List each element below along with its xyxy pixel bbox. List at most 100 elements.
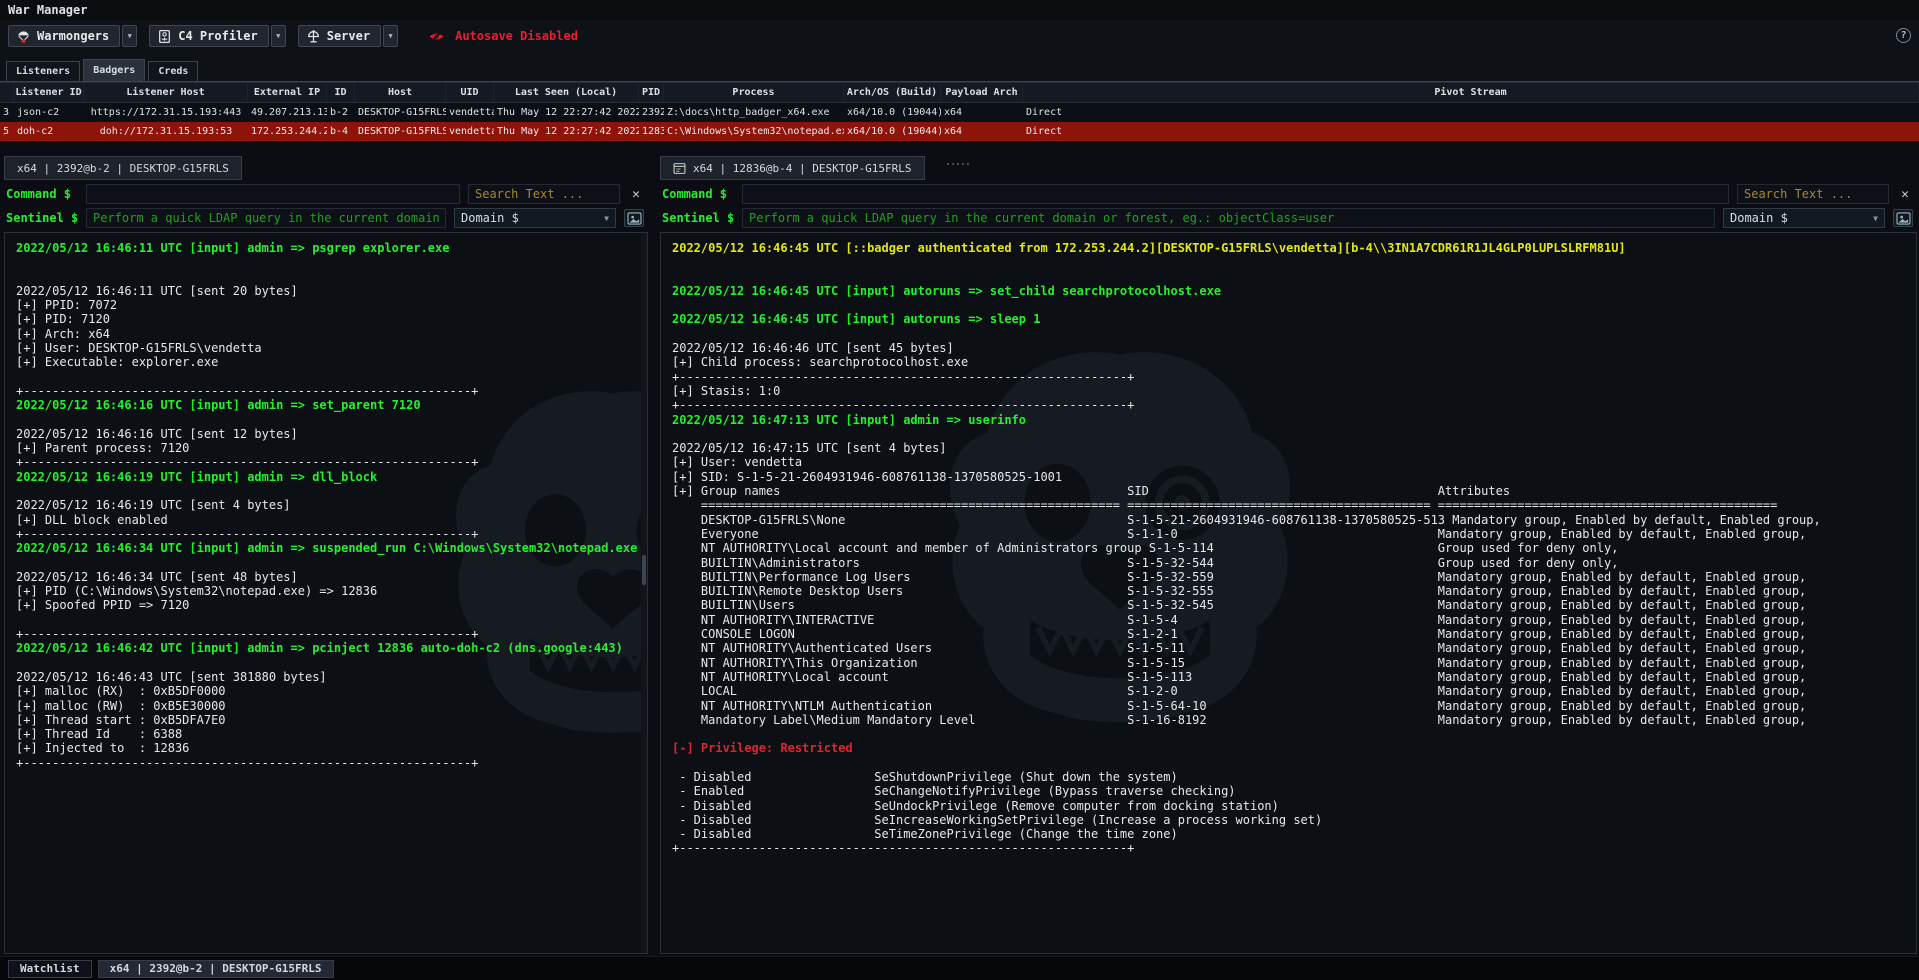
column-header-pivot-stream[interactable]: Pivot Stream xyxy=(1023,83,1919,102)
c4-profiler-button[interactable]: C4 Profiler xyxy=(149,25,268,47)
screenshot-icon[interactable] xyxy=(1893,209,1913,227)
cell-uid: vendetta xyxy=(446,122,494,141)
warmongers-parachute-icon xyxy=(16,29,31,44)
server-dropdown-arrow[interactable]: ▼ xyxy=(383,25,398,47)
console-line: 2022/05/12 16:46:43 UTC [sent 381880 byt… xyxy=(16,670,647,684)
column-header-arch-os-build[interactable]: Arch/OS (Build) xyxy=(844,83,941,102)
console-line: - Enabled SeChangeNotifyPrivilege (Bypas… xyxy=(672,784,1916,798)
scrollbar-thumb[interactable] xyxy=(642,555,646,585)
console-line: [+] Spoofed PPID => 7120 xyxy=(16,598,647,612)
column-header-external-ip[interactable]: External IP xyxy=(248,83,327,102)
console-line: +---------------------------------------… xyxy=(672,841,1916,855)
console-lines: 2022/05/12 16:46:11 UTC [input] admin =>… xyxy=(16,241,647,770)
console-line xyxy=(16,270,647,284)
server-label: Server xyxy=(327,29,370,43)
console-line: - Disabled SeShutdownPrivilege (Shut dow… xyxy=(672,770,1916,784)
console-line: - Disabled SeTimeZonePrivilege (Change t… xyxy=(672,827,1916,841)
column-header-listener-host[interactable]: Listener Host xyxy=(84,83,248,102)
statusbar-tab-x64-2392-b-2-desktop-g15frls[interactable]: x64 | 2392@b-2 | DESKTOP-G15FRLS xyxy=(98,960,334,978)
warmongers-label: Warmongers xyxy=(37,29,109,43)
console-line: CONSOLE LOGON S-1-2-1 Mandatory group, E… xyxy=(672,627,1916,641)
console-line: NT AUTHORITY\This Organization S-1-5-15 … xyxy=(672,656,1916,670)
column-header-host[interactable]: Host xyxy=(355,83,446,102)
console-line: [+] Stasis: 1:0 xyxy=(672,384,1916,398)
console-line xyxy=(16,484,647,498)
window-title: War Manager xyxy=(0,0,1919,20)
command-label: Command $ xyxy=(662,187,734,201)
console-line xyxy=(16,413,647,427)
c4-profiler-dropdown-arrow[interactable]: ▼ xyxy=(271,25,286,47)
tab-badgers[interactable]: Badgers xyxy=(83,59,145,81)
sentinel-input[interactable] xyxy=(86,208,446,228)
war-manager-window: War Manager Warmongers ▼ C4 Profiler ▼ Serve… xyxy=(0,0,1919,980)
close-search-icon[interactable]: ✕ xyxy=(628,187,644,202)
session-tab-left[interactable]: x64 | 2392@b-2 | DESKTOP-G15FRLS xyxy=(4,156,242,180)
cell-process: Z:\docs\http_badger_x64.exe xyxy=(664,103,844,122)
warmongers-dropdown-arrow[interactable]: ▼ xyxy=(122,25,137,47)
console-line: +---------------------------------------… xyxy=(16,527,647,541)
domain-select[interactable]: Domain $ ▼ xyxy=(1723,208,1885,228)
domain-select[interactable]: Domain $ ▼ xyxy=(454,208,616,228)
close-search-icon[interactable]: ✕ xyxy=(1897,187,1913,202)
command-input[interactable] xyxy=(742,184,1729,204)
console-line: [+] Thread Id : 6388 xyxy=(16,727,647,741)
console-line xyxy=(672,255,1916,269)
cell-id: b-4 xyxy=(327,122,355,141)
c4-profiler-label: C4 Profiler xyxy=(178,29,257,43)
console-output-right[interactable]: 2022/05/12 16:46:45 UTC [::badger authen… xyxy=(660,232,1917,954)
console-line: 2022/05/12 16:47:15 UTC [sent 4 bytes] xyxy=(672,441,1916,455)
column-header-pid[interactable]: PID xyxy=(639,83,664,102)
console-line xyxy=(16,556,647,570)
tab-creds[interactable]: Creds xyxy=(148,61,198,81)
console-line xyxy=(672,298,1916,312)
badger-row-b-4[interactable]: 5doh-c2doh://172.31.15.193:53172.253.244… xyxy=(0,122,1919,141)
console-output-left[interactable]: 2022/05/12 16:46:11 UTC [input] admin =>… xyxy=(4,232,648,954)
session-tab-right[interactable]: x64 | 12836@b-4 | DESKTOP-G15FRLS xyxy=(660,156,925,180)
cell-num: 3 xyxy=(0,103,14,122)
search-input[interactable] xyxy=(468,184,620,204)
console-line: [+] Executable: explorer.exe xyxy=(16,355,647,369)
console-line: +---------------------------------------… xyxy=(16,384,647,398)
warmongers-button[interactable]: Warmongers xyxy=(8,25,120,47)
console-line xyxy=(672,327,1916,341)
column-header-uid[interactable]: UID xyxy=(446,83,494,102)
server-button[interactable]: Server xyxy=(298,25,381,47)
badger-row-b-2[interactable]: 3json-c2https://172.31.15.193:44349.207.… xyxy=(0,103,1919,122)
console-line: 2022/05/12 16:46:45 UTC [::badger authen… xyxy=(672,241,1916,255)
console-scrollbar[interactable] xyxy=(641,233,647,953)
screenshot-icon[interactable] xyxy=(624,209,644,227)
console-line: 2022/05/12 16:46:19 UTC [input] admin =>… xyxy=(16,470,647,484)
console-line: 2022/05/12 16:46:11 UTC [input] admin =>… xyxy=(16,241,647,255)
chevron-down-icon: ▼ xyxy=(1873,214,1878,223)
console-line: [+] Arch: x64 xyxy=(16,327,647,341)
column-header-payload-arch[interactable]: Payload Arch xyxy=(941,83,1023,102)
column-header-last-seen-local[interactable]: Last Seen (Local) xyxy=(494,83,639,102)
tab-listeners[interactable]: Listeners xyxy=(6,61,80,81)
console-line: ========================================… xyxy=(672,498,1916,512)
row-number-column xyxy=(0,83,14,102)
cell-pivot_stream: Direct xyxy=(1023,103,1919,122)
search-input[interactable] xyxy=(1737,184,1889,204)
sentinel-input[interactable] xyxy=(742,208,1715,228)
console-line: NT AUTHORITY\NTLM Authentication S-1-5-6… xyxy=(672,699,1916,713)
console-line: [+] User: vendetta xyxy=(672,455,1916,469)
console-line xyxy=(672,427,1916,441)
command-input[interactable] xyxy=(86,184,460,204)
statusbar-tab-watchlist[interactable]: Watchlist xyxy=(8,960,92,978)
console-line: [+] SID: S-1-5-21-2604931946-608761138-1… xyxy=(672,470,1916,484)
column-header-listener-id[interactable]: Listener ID xyxy=(14,83,84,102)
cell-external_ip: 172.253.244.2 xyxy=(248,122,327,141)
console-line: [+] Child process: searchprotocolhost.ex… xyxy=(672,355,1916,369)
console-line: Mandatory Label\Medium Mandatory Level S… xyxy=(672,713,1916,727)
console-line: [+] Parent process: 7120 xyxy=(16,441,647,455)
splitter-handle[interactable] xyxy=(947,163,969,165)
console-line: - Disabled SeIncreaseWorkingSetPrivilege… xyxy=(672,813,1916,827)
left-session-panel: x64 | 2392@b-2 | DESKTOP-G15FRLS Command… xyxy=(0,156,650,956)
command-label: Command $ xyxy=(6,187,78,201)
console-line: - Disabled SeUndockPrivilege (Remove com… xyxy=(672,799,1916,813)
column-header-process[interactable]: Process xyxy=(664,83,844,102)
cell-external_ip: 49.207.213.13 xyxy=(248,103,327,122)
column-header-id[interactable]: ID xyxy=(327,83,355,102)
help-icon[interactable]: ? xyxy=(1896,28,1911,43)
cell-process: C:\Windows\System32\notepad.exe xyxy=(664,122,844,141)
